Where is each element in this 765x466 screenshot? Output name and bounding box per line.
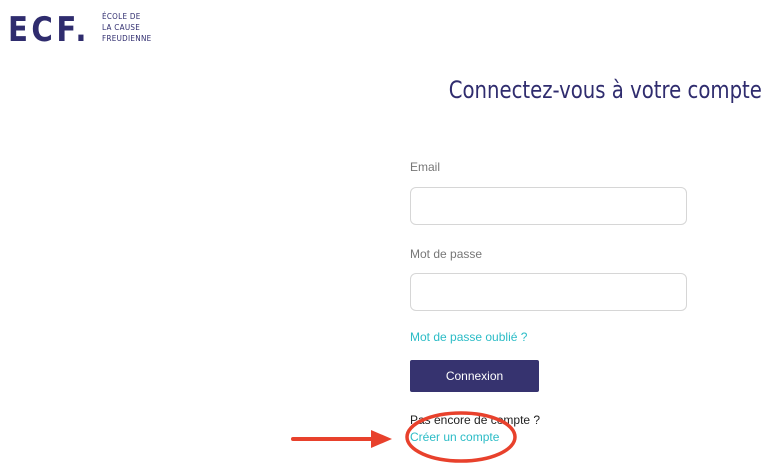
login-form: Email Mot de passe Mot de passe oublié ?… — [410, 158, 690, 446]
logo-line-2: LA CAUSE — [102, 23, 141, 32]
ecf-logo[interactable]: ECF. ÉCOLE DE LA CAUSE FREUDIENNE — [8, 10, 151, 50]
email-field[interactable] — [410, 187, 687, 225]
no-account-text: Pas encore de compte ? — [410, 413, 541, 427]
logo-line-3: FREUDIENNE — [102, 34, 152, 43]
password-label: Mot de passe — [410, 247, 483, 261]
login-button[interactable]: Connexion — [410, 360, 539, 392]
forgot-password-link[interactable]: Mot de passe oublié ? — [410, 329, 527, 345]
login-page: ECF. ÉCOLE DE LA CAUSE FREUDIENNE Connec… — [0, 0, 765, 466]
create-account-link[interactable]: Créer un compte — [410, 429, 499, 445]
logo-line-1: ÉCOLE DE — [102, 12, 141, 21]
logo-text: ÉCOLE DE LA CAUSE FREUDIENNE — [102, 11, 151, 44]
page-title: Connectez-vous à votre compte — [448, 76, 762, 104]
password-field[interactable] — [410, 273, 687, 311]
right-arrow-icon — [291, 430, 392, 448]
email-label: Email — [410, 160, 441, 174]
logo-mark: ECF. — [8, 10, 90, 50]
